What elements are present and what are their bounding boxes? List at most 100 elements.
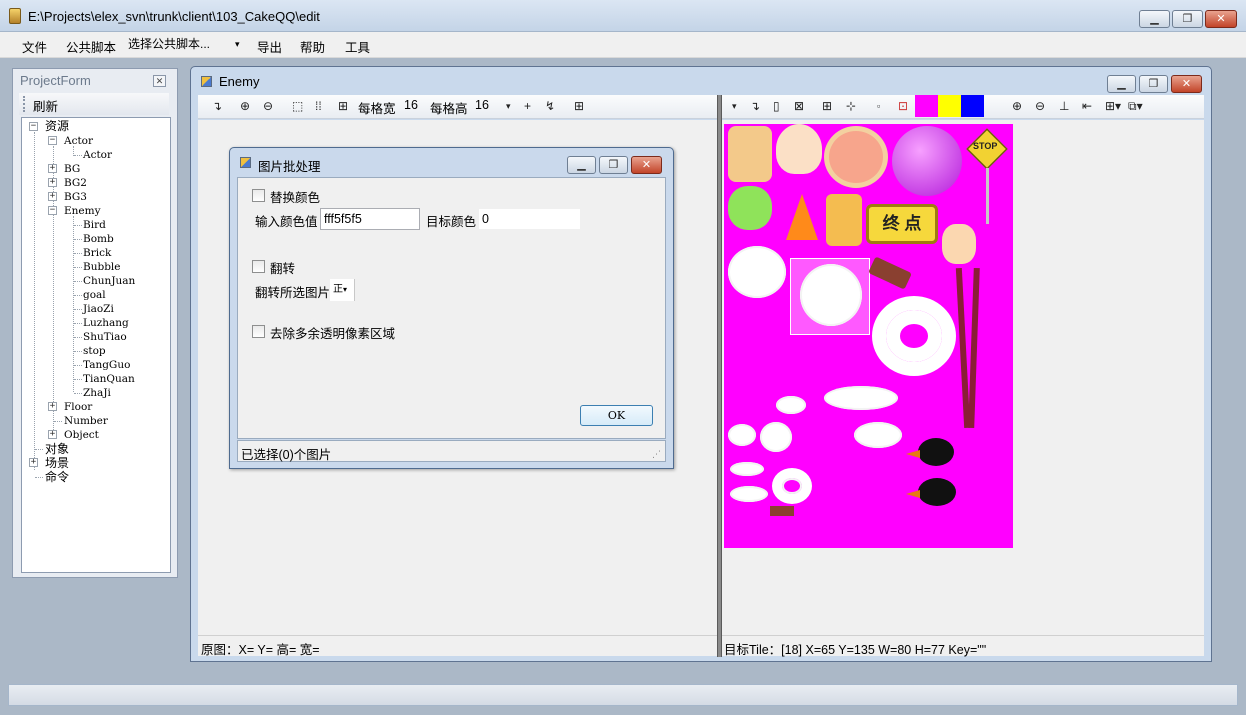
- remove-transparent-checkbox[interactable]: [252, 325, 265, 338]
- sprite-sheet-canvas[interactable]: STOP 终 点: [724, 124, 1013, 548]
- cell-height-label: 每格高: [430, 102, 468, 116]
- tree-node-enemy-zhaji[interactable]: ZhaJi: [83, 386, 111, 400]
- grid-menu-icon[interactable]: ⊞▾: [1105, 99, 1121, 113]
- expand-icon[interactable]: +: [48, 402, 57, 411]
- menu-tools[interactable]: 工具: [345, 37, 370, 56]
- zoom-out-icon[interactable]: ⊖: [263, 99, 273, 113]
- layers-menu-icon[interactable]: ⧉▾: [1128, 99, 1143, 114]
- tree-node-number[interactable]: Number: [64, 414, 108, 428]
- expand-icon[interactable]: +: [48, 178, 57, 187]
- collapse-icon[interactable]: −: [48, 206, 57, 215]
- tree-node-objects[interactable]: 对象: [45, 442, 69, 456]
- delete-tile-icon[interactable]: ⊠: [794, 99, 804, 113]
- tree-node-enemy[interactable]: Enemy: [64, 204, 101, 218]
- target-color-field[interactable]: 0: [478, 208, 581, 230]
- sprite-goal: 终 点: [866, 204, 938, 244]
- pointer-tool-icon[interactable]: ↴: [212, 99, 222, 113]
- expand-icon[interactable]: +: [29, 458, 38, 467]
- flip-checkbox[interactable]: [252, 260, 265, 273]
- menu-export[interactable]: 导出: [257, 37, 282, 56]
- lock-icon[interactable]: ⊥: [1059, 99, 1069, 113]
- add-icon[interactable]: +: [524, 99, 531, 113]
- tree-node-enemy-bomb[interactable]: Bomb: [83, 232, 114, 246]
- tree-line: [74, 379, 82, 380]
- tree-node-enemy-chunjuan[interactable]: ChunJuan: [83, 274, 135, 288]
- cell-tool-icon[interactable]: ⊞: [338, 99, 348, 113]
- info-icon[interactable]: ⊡: [898, 99, 908, 113]
- grid-icon[interactable]: ⊞: [822, 99, 832, 113]
- select-rect-icon[interactable]: ⬚: [292, 99, 303, 113]
- flip-mode-select[interactable]: 正▾: [330, 279, 355, 301]
- dialog-close-button[interactable]: ✕: [631, 156, 662, 174]
- tree-line: [35, 477, 43, 478]
- small-rect-icon[interactable]: ▫: [877, 101, 880, 111]
- tree-line: [74, 225, 82, 226]
- script-select-dropdown[interactable]: 选择公共脚本... ▾: [125, 35, 247, 55]
- dropdown-arrow-icon[interactable]: ▾: [506, 101, 511, 112]
- collapse-icon[interactable]: −: [29, 122, 38, 131]
- tree-line: [74, 267, 82, 268]
- tree-node-enemy-tianquan[interactable]: TianQuan: [83, 372, 135, 386]
- tree-node-actor[interactable]: Actor: [64, 134, 93, 148]
- child-close-button[interactable]: ✕: [1171, 75, 1202, 93]
- expand-icon[interactable]: +: [48, 430, 57, 439]
- tree-node-enemy-bird[interactable]: Bird: [83, 218, 106, 232]
- tree-node-enemy-jiaozi[interactable]: JiaoZi: [83, 302, 114, 316]
- tree-node-enemy-tangguo[interactable]: TangGuo: [83, 358, 130, 372]
- collapse-icon[interactable]: −: [48, 136, 57, 145]
- menu-public-script[interactable]: 公共脚本: [66, 37, 116, 56]
- resize-grip-icon[interactable]: ⋰: [652, 449, 661, 460]
- tree-node-enemy-stop[interactable]: stop: [83, 344, 106, 358]
- tree-node-bg2[interactable]: BG2: [64, 176, 87, 190]
- expand-icon[interactable]: +: [48, 192, 57, 201]
- cell-width-input[interactable]: 16: [404, 98, 418, 112]
- minimize-button[interactable]: ▁: [1139, 10, 1170, 28]
- zoom-out-icon[interactable]: ⊖: [1035, 99, 1045, 113]
- arrange-icon[interactable]: ↯: [545, 99, 555, 113]
- tree-node-enemy-goal[interactable]: goal: [83, 288, 106, 302]
- tree-node-enemy-shutiao[interactable]: ShuTiao: [83, 330, 127, 344]
- dialog-minimize-button[interactable]: ▁: [567, 156, 596, 174]
- maximize-button[interactable]: ❐: [1172, 10, 1203, 28]
- child-minimize-button[interactable]: ▁: [1107, 75, 1136, 93]
- pointer-tool-icon[interactable]: ↴: [750, 99, 760, 113]
- tree-node-enemy-brick[interactable]: Brick: [83, 246, 111, 260]
- grid-icon[interactable]: ⊞: [574, 99, 584, 113]
- zoom-in-icon[interactable]: ⊕: [240, 99, 250, 113]
- panel-close-icon[interactable]: ✕: [153, 75, 166, 87]
- color-swatch-magenta[interactable]: [915, 95, 938, 117]
- tree-node-resources[interactable]: 资源: [45, 119, 69, 133]
- zoom-in-icon[interactable]: ⊕: [1012, 99, 1022, 113]
- menu-file[interactable]: 文件: [22, 37, 47, 56]
- tree-node-object[interactable]: Object: [64, 428, 99, 442]
- sprite-cloud: [760, 422, 792, 452]
- script-select-value: 选择公共脚本...: [128, 37, 211, 51]
- replace-color-checkbox[interactable]: [252, 189, 265, 202]
- tree-node-scenes[interactable]: 场景: [45, 456, 69, 470]
- menu-help[interactable]: 帮助: [300, 37, 325, 56]
- tree-node-bg3[interactable]: BG3: [64, 190, 87, 204]
- pin-icon[interactable]: ▯: [773, 99, 780, 113]
- tree-node-floor[interactable]: Floor: [64, 400, 92, 414]
- expand-icon[interactable]: +: [48, 164, 57, 173]
- dropdown-arrow-icon[interactable]: ▾: [732, 101, 737, 112]
- cell-height-input[interactable]: 16: [475, 98, 489, 112]
- dropdown-arrow-icon: ▾: [235, 39, 240, 49]
- refresh-button[interactable]: 刷新: [33, 96, 58, 115]
- move-left-icon[interactable]: ⇤: [1082, 99, 1092, 113]
- ok-button[interactable]: OK: [580, 405, 653, 426]
- tree-node-commands[interactable]: 命令: [45, 470, 69, 484]
- crop-icon[interactable]: ⊹: [846, 99, 856, 113]
- tree-node-enemy-luzhang[interactable]: Luzhang: [83, 316, 129, 330]
- tree-node-actor-child[interactable]: Actor: [83, 148, 112, 162]
- close-button[interactable]: ✕: [1205, 10, 1237, 28]
- input-color-field[interactable]: fff5f5f5: [320, 208, 420, 230]
- tree-node-bg[interactable]: BG: [64, 162, 80, 176]
- color-swatch-yellow[interactable]: [938, 95, 961, 117]
- tree-node-enemy-bubble[interactable]: Bubble: [83, 260, 121, 274]
- grid-select-icon[interactable]: ⁞⁞: [315, 99, 322, 113]
- tree-line: [74, 281, 82, 282]
- color-swatch-blue[interactable]: [961, 95, 984, 117]
- dialog-maximize-button[interactable]: ❐: [599, 156, 628, 174]
- child-maximize-button[interactable]: ❐: [1139, 75, 1168, 93]
